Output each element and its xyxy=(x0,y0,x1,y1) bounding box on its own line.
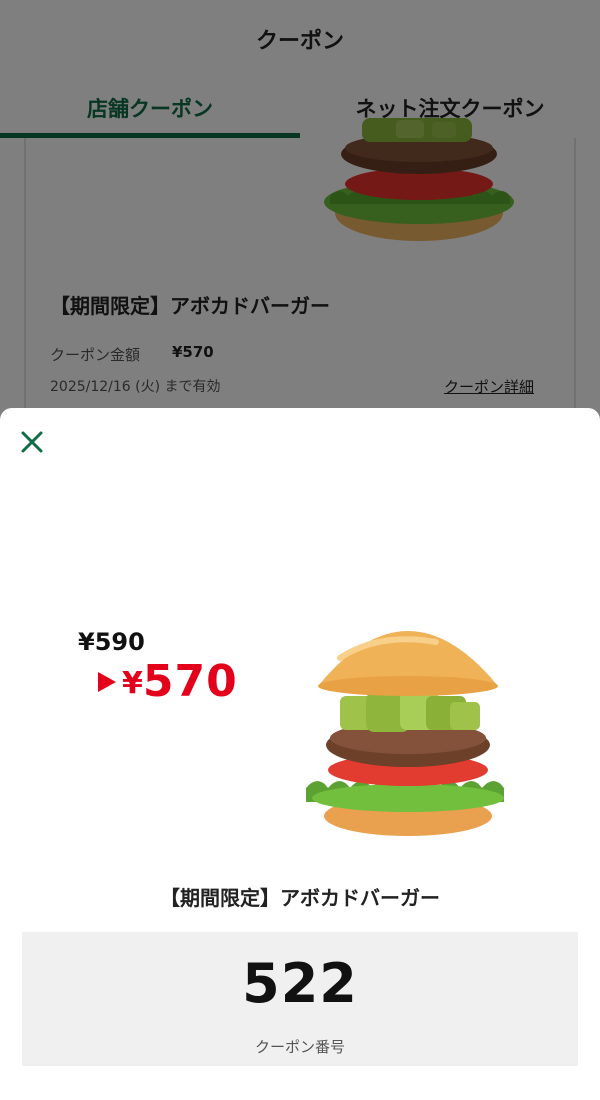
coupon-bottom-sheet: ¥590 ¥ 570 【期間限定】アボカドバーガー 522 クーポン番号 xyxy=(0,408,600,1100)
price-arrow-icon xyxy=(98,671,116,692)
sheet-product-title: 【期間限定】アボカドバーガー xyxy=(160,886,440,910)
coupon-number-label: クーポン番号 xyxy=(254,1038,345,1056)
close-icon[interactable] xyxy=(18,428,46,456)
discount-price-value: 570 xyxy=(142,656,238,707)
coupon-code-box: 522 クーポン番号 xyxy=(22,932,578,1066)
discount-price: ¥ 570 xyxy=(98,656,238,707)
avocado-burger-image xyxy=(296,630,536,840)
original-price: ¥590 xyxy=(78,628,145,656)
coupon-number: 522 xyxy=(242,952,358,1015)
discount-price-currency: ¥ xyxy=(122,666,143,701)
